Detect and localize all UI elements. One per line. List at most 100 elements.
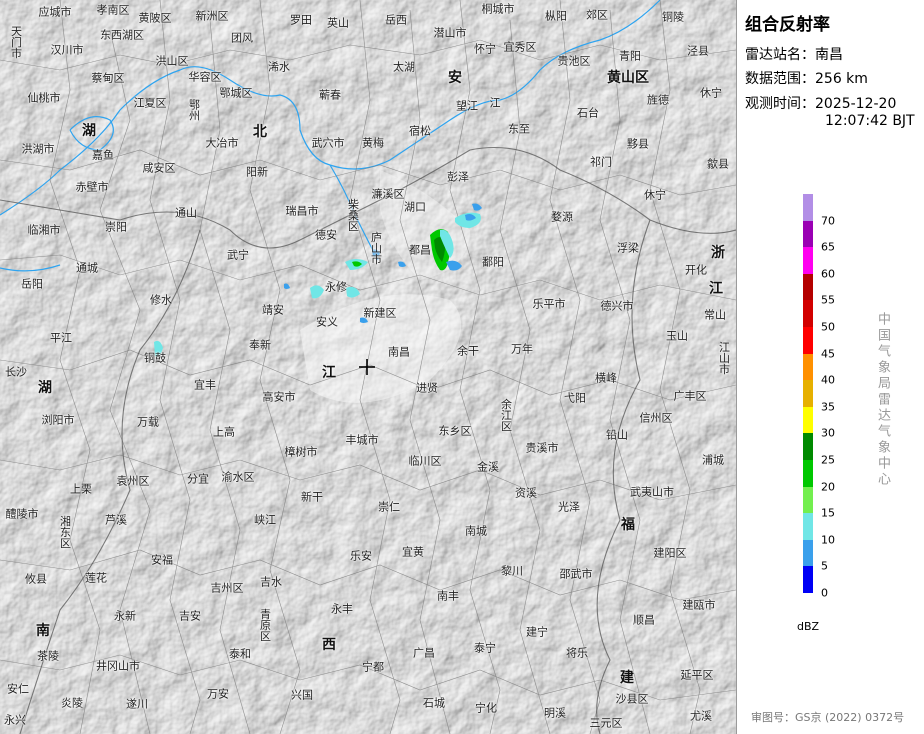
province-label: 安 [448, 70, 462, 86]
place-label: 宜丰 [194, 378, 216, 392]
place-label: 鄂城区 [219, 86, 253, 100]
legend-tick-label: 40 [821, 373, 835, 387]
place-label: 通城 [76, 261, 98, 275]
place-label: 安福 [151, 553, 173, 567]
place-label: 沙县区 [615, 692, 649, 706]
legend-tick-label: 20 [821, 480, 835, 494]
province-label: 江 [709, 281, 723, 297]
province-label: 北 [253, 124, 267, 140]
place-label: 彭泽 [447, 170, 469, 184]
place-label: 明溪 [544, 706, 566, 720]
place-label: 顺昌 [633, 613, 655, 627]
place-label: 蕲春 [319, 88, 341, 102]
place-label: 德兴市 [600, 299, 634, 313]
place-label: 江 [489, 96, 501, 110]
place-label: 石城 [423, 696, 445, 710]
place-label: 长沙 [5, 365, 27, 379]
place-label: 余干 [457, 344, 479, 358]
place-label: 浏阳市 [41, 413, 75, 427]
place-label: 孝南区 [96, 3, 130, 17]
place-label: 咸安区 [142, 161, 176, 175]
place-label: 弋阳 [564, 391, 586, 405]
place-label: 吉州区 [210, 581, 244, 595]
radar-viewer: 应城市 孝南区 黄陂区 新洲区 罗田 英山 岳西 桐城市 枞阳 郊区 铜陵 天门… [0, 0, 924, 734]
legend-tick-label: 65 [821, 240, 835, 254]
place-label: 黄梅 [362, 136, 384, 150]
place-label: 洪湖市 [21, 142, 55, 156]
legend-swatch [803, 327, 813, 354]
legend-tick-label: 35 [821, 400, 835, 414]
place-label: 湖口 [404, 200, 426, 214]
place-label: 黄陂区 [138, 11, 172, 25]
legend-tick-label: 45 [821, 347, 835, 361]
station-label: 雷达站名： [745, 47, 815, 63]
place-label: 桐城市 [481, 2, 515, 16]
place-label: 武穴市 [311, 136, 345, 150]
place-label: 分宜 [187, 472, 209, 486]
legend-tick-label: 0 [821, 586, 828, 600]
place-label: 德安 [315, 228, 337, 242]
legend-tick-label: 30 [821, 426, 835, 440]
place-label: 罗田 [290, 13, 312, 27]
place-label: 芦溪 [105, 513, 127, 527]
range-label: 数据范围： [745, 71, 815, 87]
place-label: 武宁 [227, 248, 249, 262]
province-label: 西 [322, 637, 336, 653]
legend-tick-label: 70 [821, 214, 835, 228]
place-label: 邵武市 [559, 567, 593, 581]
place-label: 永新 [114, 609, 136, 623]
place-label: 三元区 [589, 716, 623, 730]
place-label: 乐平市 [532, 297, 566, 311]
place-label: 湘东区 [58, 515, 72, 549]
place-label: 宁化 [475, 701, 497, 715]
place-label: 尤溪 [690, 709, 712, 723]
province-label: 黄山区 [607, 70, 649, 86]
place-label: 东西湖区 [100, 28, 144, 42]
place-label: 仙桃市 [27, 91, 61, 105]
range-value: 256 km [815, 71, 868, 87]
place-label: 延平区 [680, 668, 714, 682]
radar-map[interactable]: 应城市 孝南区 黄陂区 新洲区 罗田 英山 岳西 桐城市 枞阳 郊区 铜陵 天门… [0, 0, 736, 734]
place-label: 浠水 [268, 60, 290, 74]
time-label: 观测时间： [745, 96, 815, 112]
legend-swatch [803, 486, 813, 514]
legend-unit: dBZ [797, 620, 820, 633]
place-label: 嘉鱼 [92, 148, 114, 162]
place-label: 广丰区 [673, 389, 707, 403]
place-label: 吉安 [179, 609, 201, 623]
place-label: 开化 [685, 263, 707, 277]
place-label: 新洲区 [195, 9, 229, 23]
place-label: 新干 [301, 490, 323, 504]
place-label: 潜山市 [433, 26, 467, 40]
place-label: 安仁 [7, 682, 29, 696]
place-label: 建瓯市 [682, 598, 716, 612]
place-label: 郊区 [586, 8, 608, 22]
place-label: 宿松 [409, 124, 431, 138]
legend-swatch [803, 220, 813, 248]
province-label: 建 [620, 670, 634, 686]
place-label: 鄱阳 [482, 255, 504, 269]
legend-swatch [803, 566, 813, 593]
place-label: 金溪 [477, 460, 499, 474]
province-label: 福 [621, 517, 635, 533]
place-label: 黟县 [627, 137, 649, 151]
place-label: 旌德 [647, 93, 669, 107]
legend-tick-label: 25 [821, 453, 835, 467]
province-label: 南 [36, 623, 50, 639]
place-label: 鄂州 [187, 99, 201, 121]
place-label: 南城 [465, 524, 487, 538]
legend-swatch [803, 300, 813, 327]
place-label: 渝水区 [221, 470, 255, 484]
place-label: 天门市 [9, 25, 23, 59]
legend-tick-label: 5 [821, 559, 828, 573]
place-label: 阳新 [246, 165, 268, 179]
place-label: 高安市 [262, 390, 296, 404]
time-row: 观测时间：2025-12-20 [745, 93, 896, 113]
province-label: 江 [322, 365, 336, 381]
place-label: 太湖 [393, 60, 415, 74]
place-label: 吉水 [260, 575, 282, 589]
place-label: 赤壁市 [75, 180, 109, 194]
place-label: 休宁 [700, 86, 722, 100]
place-label: 青阳 [619, 49, 641, 63]
place-label: 泰和 [229, 647, 251, 661]
